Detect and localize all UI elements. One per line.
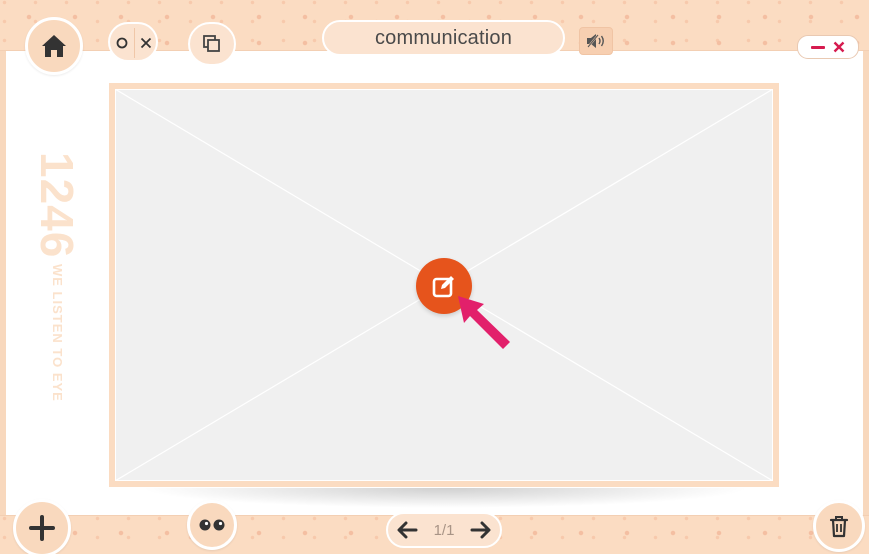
cursor-arrow-icon (458, 296, 510, 349)
copy-icon (203, 35, 220, 52)
close-toggle-button[interactable] (108, 22, 158, 62)
plus-icon (29, 515, 55, 541)
frame-left (0, 0, 6, 554)
copy-button[interactable] (188, 22, 236, 66)
delete-button[interactable] (813, 500, 865, 552)
home-icon (42, 35, 66, 57)
add-button[interactable] (13, 499, 71, 554)
home-button[interactable] (25, 17, 83, 75)
eyes-icon (199, 519, 225, 531)
close-icon[interactable] (833, 41, 845, 53)
circle-icon (116, 37, 128, 49)
trash-icon (829, 516, 849, 538)
side-brand: 1246 WE LISTEN TO EYE (31, 148, 83, 438)
window-controls (797, 35, 859, 59)
frame-right (863, 0, 869, 554)
page-title: communication (374, 26, 513, 49)
brand-tagline: WE LISTEN TO EYE (50, 264, 65, 402)
x-icon (140, 37, 152, 49)
page-indicator: 1/1 (433, 521, 455, 539)
next-page-icon[interactable] (470, 521, 492, 539)
prev-page-icon[interactable] (396, 521, 418, 539)
canvas-shadow (140, 488, 750, 508)
brand-number: 1246 (31, 152, 83, 259)
eyes-button[interactable] (187, 500, 237, 550)
app-window: communication 1246 WE LISTEN TO EYE 1/1 (0, 0, 869, 554)
toggle-divider (134, 28, 135, 58)
pagination: 1/1 (386, 512, 502, 548)
minimize-button[interactable] (811, 45, 825, 49)
sound-toggle-button[interactable] (579, 27, 613, 55)
speaker-muted-icon (587, 34, 604, 48)
title-pill: communication (322, 20, 565, 56)
